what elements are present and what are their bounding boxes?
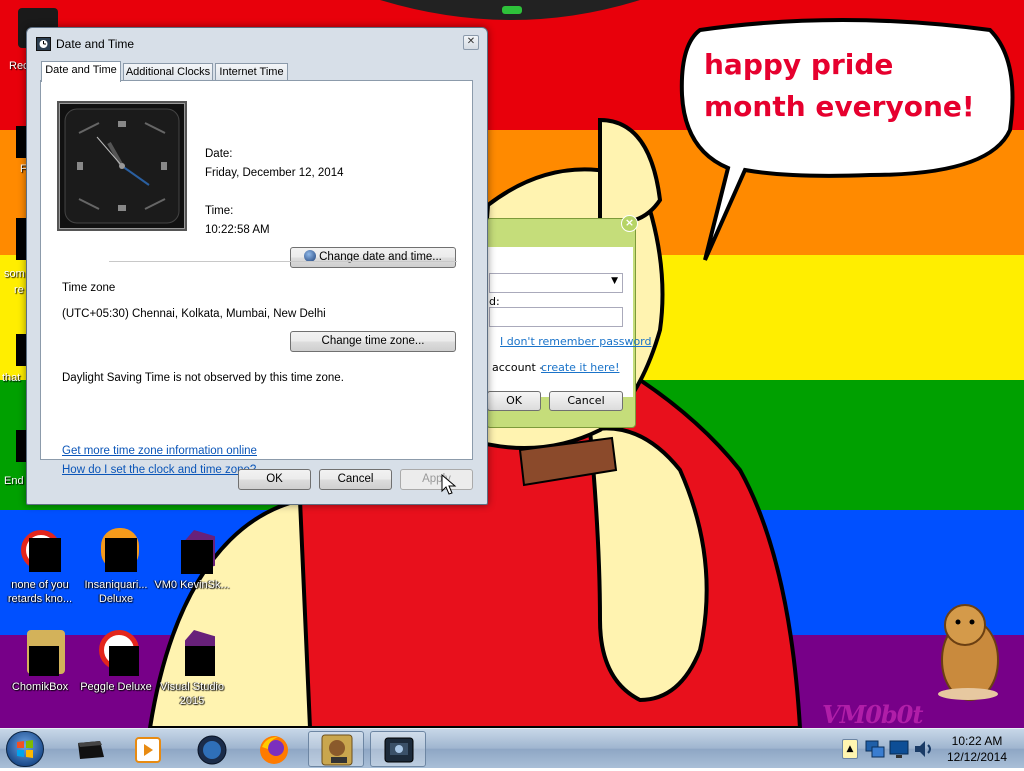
blackbox-icon <box>78 741 104 759</box>
start-button[interactable] <box>6 731 44 767</box>
pinball-icon <box>17 528 63 574</box>
time-label: Time: <box>205 205 234 217</box>
forgot-password-link[interactable]: I don't remember password <box>500 335 652 348</box>
login-ok-button[interactable]: OK <box>487 391 541 411</box>
close-icon[interactable]: ✕ <box>463 35 479 50</box>
desktop-icon-label: Insaniquari... Deluxe <box>84 579 148 605</box>
tab-panel: Date: Friday, December 12, 2014 Time: 10… <box>40 80 473 476</box>
taskbar-firefox-button[interactable] <box>246 731 302 767</box>
desktop-label-partial: som <box>4 268 25 280</box>
how-set-clock-link[interactable]: How do I set the clock and time zone? <box>62 464 256 476</box>
visual-studio-icon <box>169 630 215 676</box>
visual-studio-icon <box>169 528 215 574</box>
date-label: Date: <box>205 148 233 160</box>
desktop-icon-label: Peggle Deluxe <box>80 681 152 693</box>
chevron-down-icon: ▼ <box>611 276 618 286</box>
change-time-zone-button[interactable]: Change time zone... <box>290 331 456 352</box>
desktop-icon[interactable]: Peggle Deluxe <box>78 630 154 694</box>
display-icon[interactable] <box>888 737 910 761</box>
windows-logo-icon <box>17 740 33 758</box>
desktop-icon-label: VM0 KevinSk... <box>154 579 230 591</box>
tab-date-and-time[interactable]: Date and Time <box>41 61 121 82</box>
peggle-icon <box>93 630 139 676</box>
account-dropdown[interactable]: ▼ <box>489 273 623 293</box>
desktop-label-partial: re <box>14 284 24 296</box>
date-time-app-icon <box>384 737 414 763</box>
taskbar-media-player-button[interactable] <box>120 731 176 767</box>
password-field[interactable] <box>489 307 623 327</box>
taskbar-clock-date: 12/12/2014 <box>946 750 1008 764</box>
desktop-icon-label: Visual Studio 2015 <box>159 681 224 707</box>
login-close-icon[interactable]: × <box>621 215 638 232</box>
dst-text: Daylight Saving Time is not observed by … <box>62 372 344 384</box>
desktop-label-partial: End <box>4 475 24 487</box>
desktop-icon-label: none of you retards kno... <box>7 579 73 605</box>
date-time-dialog: Date and Time ✕ Date and Time Additional… <box>26 27 488 505</box>
ok-button[interactable]: OK <box>238 469 311 490</box>
taskbar-clock-time: 10:22 AM <box>951 734 1003 748</box>
taskbar-date-time-button[interactable] <box>370 731 426 767</box>
desktop-icon[interactable]: none of you retards kno... <box>2 528 78 606</box>
login-window: ▼ d: I don't remember password account -… <box>486 218 652 428</box>
account-text: account - <box>492 361 544 374</box>
media-player-icon <box>135 737 161 763</box>
chomikbox-icon <box>321 734 353 766</box>
desktop-icon[interactable]: VM0 KevinSk... <box>154 528 230 592</box>
analog-clock <box>57 101 187 231</box>
desktop-icon[interactable]: ChomikBox <box>2 630 78 694</box>
taskbar-browser-button[interactable] <box>184 731 240 767</box>
taskbar-chomikbox-button[interactable] <box>308 731 364 767</box>
cancel-button[interactable]: Cancel <box>319 469 392 490</box>
dialog-title: Date and Time <box>56 37 135 51</box>
show-hidden-icons-button[interactable]: ▲ <box>842 739 858 759</box>
globe-icon <box>197 735 227 765</box>
dialog-titlebar[interactable]: Date and Time ✕ <box>27 28 487 58</box>
time-zone-heading: Time zone <box>62 282 116 294</box>
desktop-icon[interactable]: Visual Studio 2015 <box>154 630 230 708</box>
volume-icon[interactable] <box>912 737 934 761</box>
apply-button[interactable]: Apply <box>400 469 473 490</box>
change-date-time-button[interactable]: Change date and time... <box>290 247 456 268</box>
tab-internet-time[interactable]: Internet Time <box>215 63 288 81</box>
chomikbox-icon <box>17 630 65 676</box>
mouse-cursor-icon <box>441 474 457 495</box>
taskbar-blackbox-button[interactable] <box>62 731 118 767</box>
login-cancel-button[interactable]: Cancel <box>549 391 623 411</box>
date-time-app-icon <box>36 37 51 51</box>
desktop-icon[interactable]: Insaniquari... Deluxe <box>78 528 154 606</box>
time-value: 10:22:58 AM <box>205 224 270 236</box>
fish-game-icon <box>93 528 139 574</box>
taskbar-clock[interactable]: 10:22 AM 12/12/2014 <box>938 729 1016 769</box>
date-value: Friday, December 12, 2014 <box>205 167 344 179</box>
time-zone-value: (UTC+05:30) Chennai, Kolkata, Mumbai, Ne… <box>62 308 326 320</box>
create-account-link[interactable]: create it here! <box>541 361 619 374</box>
desktop-label-partial: that <box>2 372 21 384</box>
network-icon[interactable] <box>864 737 886 761</box>
speech-bubble-text: happy pride month everyone! <box>704 48 975 123</box>
tab-additional-clocks[interactable]: Additional Clocks <box>123 63 213 81</box>
time-zone-info-link[interactable]: Get more time zone information online <box>62 445 257 457</box>
firefox-icon <box>260 736 288 764</box>
wallpaper-watermark: VM0b0t <box>822 700 923 728</box>
time-zone-divider <box>109 261 457 262</box>
login-window-body: ▼ d: I don't remember password account -… <box>487 247 652 397</box>
system-tray: ▲ <box>838 729 938 769</box>
taskbar: ▲ 10:22 AM 12/12/2014 <box>0 728 1024 768</box>
desktop-icon-label: ChomikBox <box>11 681 69 693</box>
